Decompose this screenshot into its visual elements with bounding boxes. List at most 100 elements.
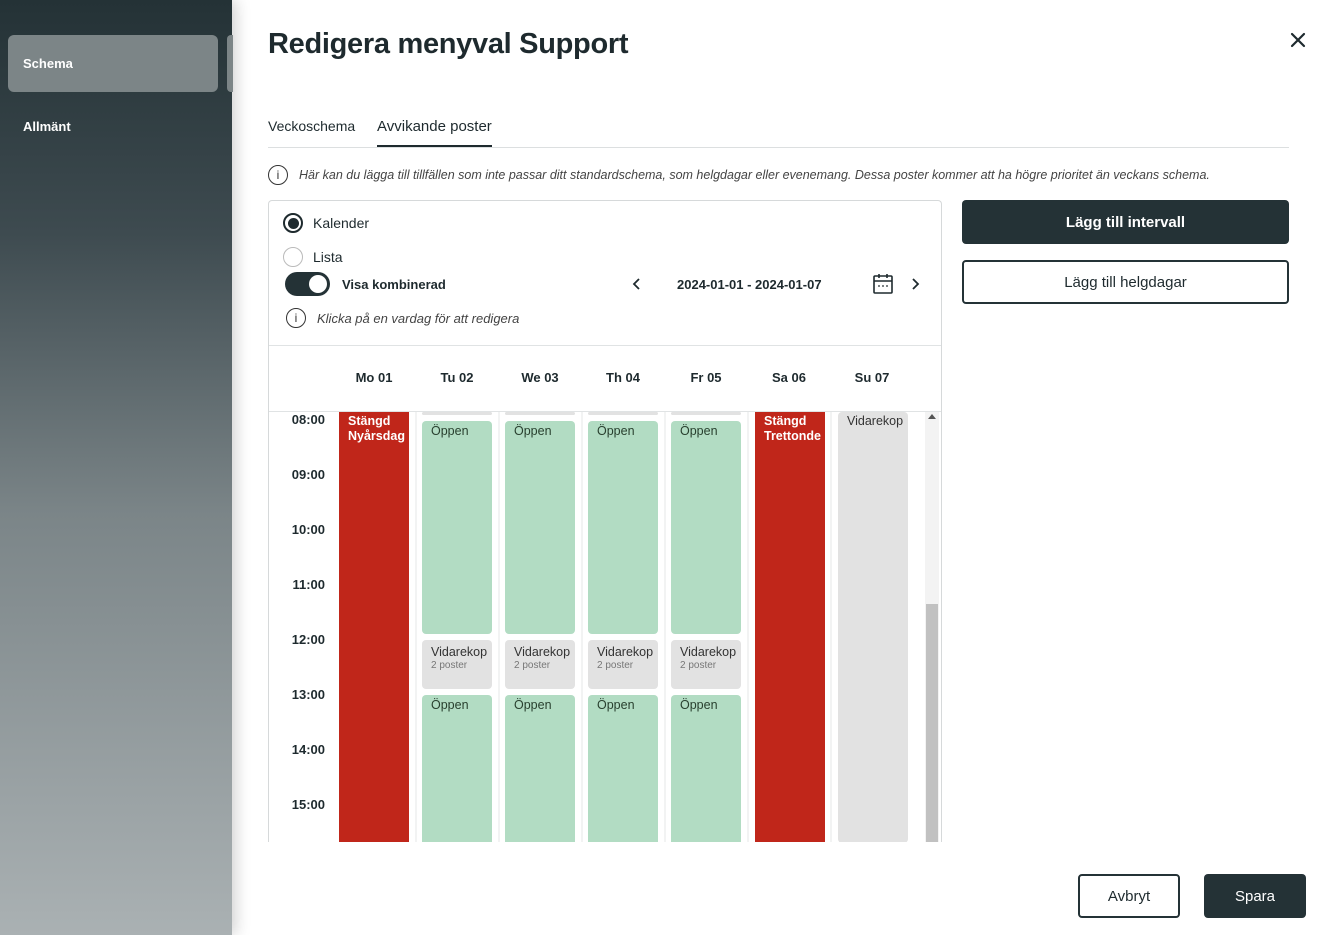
event-title: Öppen bbox=[597, 698, 635, 712]
next-week-button[interactable] bbox=[905, 274, 925, 294]
add-interval-button[interactable]: Lägg till intervall bbox=[962, 200, 1289, 244]
hour-label: 12:00 bbox=[291, 632, 325, 647]
event-open[interactable]: Öppen bbox=[505, 421, 575, 634]
info-text: Här kan du lägga till tillfällen som int… bbox=[299, 168, 1210, 182]
radio-button-checked[interactable] bbox=[283, 213, 303, 233]
day-header[interactable]: We 03 bbox=[505, 370, 575, 385]
event-open[interactable]: Öppen bbox=[422, 421, 492, 634]
day-header[interactable]: Tu 02 bbox=[422, 370, 492, 385]
radio-label: Kalender bbox=[313, 215, 370, 231]
event-title: Öppen bbox=[514, 424, 552, 438]
event-subtitle: 2 poster bbox=[431, 660, 468, 671]
hour-label: 09:00 bbox=[291, 467, 325, 482]
sidebar-item-label: Allmänt bbox=[23, 119, 71, 134]
sidebar: Schema Allmänt bbox=[0, 0, 232, 935]
hint-text: Klicka på en vardag för att redigera bbox=[317, 310, 520, 326]
event-title: Öppen bbox=[431, 424, 469, 438]
day-header[interactable]: Fr 05 bbox=[671, 370, 741, 385]
sidebar-active-indicator bbox=[227, 35, 233, 92]
event-title: Öppen bbox=[597, 424, 635, 438]
event-open[interactable]: Öppen bbox=[505, 695, 575, 842]
save-button[interactable]: Spara bbox=[1204, 874, 1306, 918]
event-open[interactable]: Öppen bbox=[671, 695, 741, 842]
calendar-panel: Kalender Lista Visa kombinerad i Klicka … bbox=[268, 200, 942, 842]
tab-bar: Veckoschema Avvikande poster bbox=[268, 110, 1289, 148]
event-forward[interactable]: Vidarekop 2 poster bbox=[505, 640, 575, 689]
event-title: Stängd bbox=[348, 414, 391, 428]
event-forward[interactable]: Vidarekop bbox=[838, 412, 908, 842]
info-icon: i bbox=[268, 165, 288, 185]
hour-label: 13:00 bbox=[291, 687, 325, 702]
hour-label: 10:00 bbox=[291, 522, 325, 537]
column-divider bbox=[415, 412, 417, 842]
event-forward[interactable] bbox=[505, 412, 575, 415]
event-subtitle: 2 poster bbox=[597, 660, 634, 671]
event-forward[interactable] bbox=[422, 412, 492, 415]
close-button[interactable] bbox=[1284, 26, 1312, 54]
event-title: Öppen bbox=[680, 424, 718, 438]
day-header[interactable]: Sa 06 bbox=[754, 370, 824, 385]
hint-row: i Klicka på en vardag för att redigera bbox=[286, 308, 519, 328]
date-range: 2024-01-01 - 2024-01-07 bbox=[677, 277, 822, 292]
event-open[interactable]: Öppen bbox=[588, 421, 658, 634]
previous-week-button[interactable] bbox=[627, 274, 647, 294]
page-title: Redigera menyval Support bbox=[268, 28, 629, 60]
day-header[interactable]: Su 07 bbox=[837, 370, 907, 385]
hour-label: 15:00 bbox=[291, 797, 325, 812]
event-open[interactable]: Öppen bbox=[422, 695, 492, 842]
event-closed[interactable]: Stängd Trettonde bbox=[755, 412, 825, 842]
event-title: Öppen bbox=[431, 698, 469, 712]
column-divider bbox=[581, 412, 583, 842]
day-header-row: Mo 01 Tu 02 We 03 Th 04 Fr 05 Sa 06 Su 0… bbox=[269, 345, 941, 412]
combined-toggle[interactable] bbox=[285, 272, 330, 296]
cancel-button[interactable]: Avbryt bbox=[1078, 874, 1180, 918]
toggle-label: Visa kombinerad bbox=[342, 276, 446, 292]
event-title: Öppen bbox=[680, 698, 718, 712]
event-open[interactable]: Öppen bbox=[588, 695, 658, 842]
column-divider bbox=[747, 412, 749, 842]
sidebar-item-schema[interactable]: Schema bbox=[8, 35, 218, 92]
chevron-right-icon bbox=[912, 278, 920, 290]
radio-button[interactable] bbox=[283, 247, 303, 267]
day-header[interactable]: Mo 01 bbox=[339, 370, 409, 385]
radio-kalender[interactable]: Kalender bbox=[283, 213, 369, 233]
calendar-picker-button[interactable] bbox=[873, 273, 893, 295]
chevron-left-icon bbox=[632, 278, 640, 290]
scroll-up-icon[interactable] bbox=[928, 414, 936, 419]
event-title: Vidarekop bbox=[680, 645, 737, 659]
radio-lista[interactable]: Lista bbox=[283, 247, 343, 267]
event-title: Öppen bbox=[514, 698, 552, 712]
tab-avvikande-poster[interactable]: Avvikande poster bbox=[377, 118, 492, 147]
event-subtitle: Trettonde bbox=[764, 429, 821, 443]
calendar-grid: 08:00 09:00 10:00 11:00 12:00 13:00 14:0… bbox=[269, 412, 941, 842]
info-banner: i Här kan du lägga till tillfällen som i… bbox=[268, 165, 1210, 185]
hour-label: 08:00 bbox=[291, 412, 325, 427]
day-header[interactable]: Th 04 bbox=[588, 370, 658, 385]
event-title: Vidarekop bbox=[431, 645, 488, 659]
event-forward[interactable]: Vidarekop 2 poster bbox=[422, 640, 492, 689]
event-forward[interactable]: Vidarekop 2 poster bbox=[588, 640, 658, 689]
close-icon bbox=[1290, 32, 1306, 48]
event-forward[interactable] bbox=[588, 412, 658, 415]
sidebar-item-label: Schema bbox=[23, 56, 73, 71]
event-forward[interactable]: Vidarekop 2 poster bbox=[671, 640, 741, 689]
event-title: Vidarekop bbox=[597, 645, 654, 659]
event-forward[interactable] bbox=[671, 412, 741, 415]
event-title: Stängd bbox=[764, 414, 807, 428]
event-subtitle: 2 poster bbox=[514, 660, 551, 671]
event-open[interactable]: Öppen bbox=[671, 421, 741, 634]
event-closed[interactable]: Stängd Nyårsdag bbox=[339, 412, 409, 842]
column-divider bbox=[664, 412, 666, 842]
column-divider bbox=[830, 412, 832, 842]
event-title: Vidarekop bbox=[847, 414, 904, 428]
combined-toggle-row: Visa kombinerad bbox=[285, 272, 446, 296]
hour-label: 14:00 bbox=[291, 742, 325, 757]
tab-veckoschema[interactable]: Veckoschema bbox=[268, 118, 355, 144]
scrollbar-thumb[interactable] bbox=[926, 604, 938, 842]
add-holidays-button[interactable]: Lägg till helgdagar bbox=[962, 260, 1289, 304]
sidebar-item-allmant[interactable]: Allmänt bbox=[8, 98, 218, 155]
radio-label: Lista bbox=[313, 249, 343, 265]
info-icon: i bbox=[286, 308, 306, 328]
event-subtitle: Nyårsdag bbox=[348, 429, 405, 443]
hour-label: 11:00 bbox=[292, 577, 325, 592]
